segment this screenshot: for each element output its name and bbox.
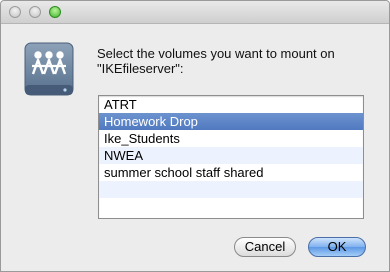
title-bar	[1, 1, 389, 24]
mount-volumes-dialog: Select the volumes you want to mount on …	[0, 0, 390, 272]
network-drive-icon	[24, 42, 74, 96]
empty-list-row	[99, 198, 363, 215]
dialog-prompt: Select the volumes you want to mount on …	[97, 46, 367, 76]
volume-item-nwea[interactable]: NWEA	[99, 147, 363, 164]
volume-list[interactable]: ATRT Homework Drop Ike_Students NWEA sum…	[98, 95, 364, 219]
volume-item-ike-students[interactable]: Ike_Students	[99, 130, 363, 147]
cancel-button[interactable]: Cancel	[234, 237, 296, 257]
minimize-icon[interactable]	[29, 6, 41, 18]
zoom-icon[interactable]	[49, 6, 61, 18]
empty-list-row	[99, 181, 363, 198]
ok-button[interactable]: OK	[308, 237, 366, 257]
prompt-line-1: Select the volumes you want to mount on	[97, 46, 335, 61]
prompt-line-2: "IKEfileserver":	[97, 61, 184, 76]
volume-item-summer-school-staff-shared[interactable]: summer school staff shared	[99, 164, 363, 181]
volume-item-atrt[interactable]: ATRT	[99, 96, 363, 113]
volume-item-homework-drop[interactable]: Homework Drop	[99, 113, 363, 130]
close-icon[interactable]	[9, 6, 21, 18]
